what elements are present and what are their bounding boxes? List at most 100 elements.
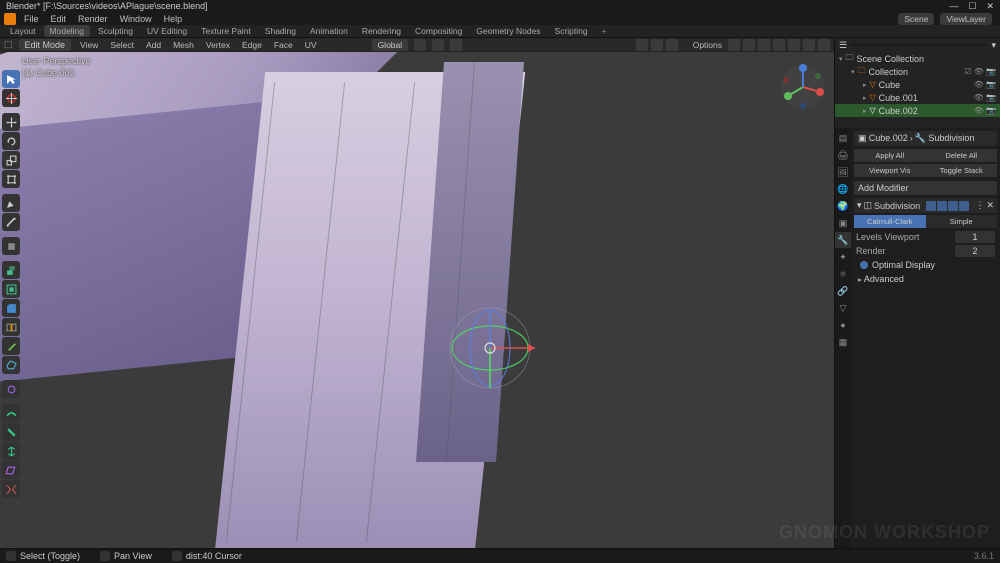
viewlayer-dropdown[interactable]: ViewLayer — [940, 13, 992, 25]
vp-menu-view[interactable]: View — [77, 40, 101, 50]
vp-menu-select[interactable]: Select — [107, 40, 137, 50]
mesh-select-vertex[interactable] — [636, 39, 648, 51]
tool-spin[interactable] — [2, 380, 20, 398]
tool-transform[interactable] — [2, 170, 20, 188]
ptab-particles[interactable]: ✦ — [835, 249, 851, 265]
vp-menu-face[interactable]: Face — [271, 40, 296, 50]
tab-geometry-nodes[interactable]: Geometry Nodes — [470, 25, 546, 37]
editor-type-icon[interactable]: ⬚ — [4, 39, 13, 50]
mesh-select-face[interactable] — [666, 39, 678, 51]
vp-menu-mesh[interactable]: Mesh — [170, 40, 197, 50]
tab-rendering[interactable]: Rendering — [356, 25, 407, 37]
minimize-button[interactable]: — — [949, 1, 958, 12]
add-modifier-dropdown[interactable]: Add Modifier — [854, 181, 997, 195]
proportional-edit-toggle[interactable] — [450, 39, 462, 51]
viewport-3d[interactable]: ⬚ Edit Mode View Select Add Mesh Vertex … — [0, 38, 834, 548]
tab-texture-paint[interactable]: Texture Paint — [195, 25, 257, 37]
scene-dropdown[interactable]: Scene — [898, 13, 934, 25]
ptab-world[interactable]: 🌍 — [835, 198, 851, 214]
menu-help[interactable]: Help — [160, 14, 187, 24]
mesh-select-edge[interactable] — [651, 39, 663, 51]
tab-layout[interactable]: Layout — [4, 25, 42, 37]
orbit-gizmo[interactable] — [778, 62, 828, 112]
menu-edit[interactable]: Edit — [47, 14, 71, 24]
blender-logo-icon[interactable] — [4, 13, 16, 25]
perspective-toggle[interactable] — [812, 172, 828, 188]
viewport-vis-button[interactable]: Viewport Vis — [854, 164, 926, 177]
shading-rendered[interactable] — [818, 39, 830, 51]
mod-edit-mode-icon[interactable] — [937, 201, 947, 211]
mod-render-icon[interactable] — [959, 201, 969, 211]
ptab-render[interactable]: ▤ — [835, 130, 851, 146]
modifier-close-icon[interactable]: ✕ — [986, 200, 994, 211]
outliner-item-cube001[interactable]: ▸▽ Cube.001 👁 📷 — [835, 91, 1000, 104]
camera-view-button[interactable] — [812, 154, 828, 170]
menu-window[interactable]: Window — [116, 14, 156, 24]
ptab-scene[interactable]: 🌐 — [835, 181, 851, 197]
subdivision-simple-tab[interactable]: Simple — [926, 215, 998, 228]
outliner-filter-icon[interactable]: ▾ — [991, 40, 996, 51]
mod-realtime-icon[interactable] — [948, 201, 958, 211]
gizmo-toggle[interactable] — [728, 39, 740, 51]
transform-gizmo[interactable] — [440, 298, 540, 398]
outliner-search[interactable] — [851, 44, 987, 46]
mode-dropdown[interactable]: Edit Mode — [19, 39, 72, 51]
ptab-output[interactable]: 🖨 — [835, 147, 851, 163]
overlay-toggle[interactable] — [743, 39, 755, 51]
tab-uv-editing[interactable]: UV Editing — [141, 25, 193, 37]
breadcrumb[interactable]: ▣ Cube.002 › 🔧 Subdivision — [854, 131, 997, 146]
mod-on-cage-icon[interactable] — [926, 201, 936, 211]
ptab-constraints[interactable]: 🔗 — [835, 283, 851, 299]
tab-animation[interactable]: Animation — [304, 25, 354, 37]
apply-all-button[interactable]: Apply All — [854, 149, 926, 162]
ptab-texture[interactable]: ▦ — [835, 334, 851, 350]
tool-annotate[interactable] — [2, 194, 20, 212]
tool-cursor[interactable] — [2, 89, 20, 107]
tool-scale[interactable] — [2, 151, 20, 169]
shading-matprev[interactable] — [803, 39, 815, 51]
modifier-menu-icon[interactable]: ⋮ — [975, 200, 984, 211]
vp-menu-edge[interactable]: Edge — [239, 40, 265, 50]
ptab-physics[interactable]: ⚛ — [835, 266, 851, 282]
ptab-mesh[interactable]: ▽ — [835, 300, 851, 316]
ptab-material[interactable]: ● — [835, 317, 851, 333]
maximize-button[interactable]: ☐ — [968, 1, 976, 12]
levels-viewport-input[interactable]: 1 — [955, 231, 995, 243]
advanced-panel[interactable]: ▸ Advanced — [854, 272, 997, 286]
shading-solid[interactable] — [788, 39, 800, 51]
vp-menu-vertex[interactable]: Vertex — [203, 40, 233, 50]
toggle-stack-button[interactable]: Toggle Stack — [926, 164, 998, 177]
tool-shear[interactable] — [2, 461, 20, 479]
pan-button[interactable] — [812, 136, 828, 152]
outliner-item-cube[interactable]: ▸▽ Cube 👁 📷 — [835, 78, 1000, 91]
tab-sculpting[interactable]: Sculpting — [92, 25, 139, 37]
modifier-header[interactable]: ▾ ◫ Subdivision ⋮ ✕ — [854, 198, 997, 213]
tool-rotate[interactable] — [2, 132, 20, 150]
tab-scripting[interactable]: Scripting — [549, 25, 594, 37]
shading-wireframe[interactable] — [773, 39, 785, 51]
tool-polybuild[interactable] — [2, 356, 20, 374]
add-workspace-button[interactable]: + — [596, 25, 613, 37]
options-dropdown[interactable]: Options — [690, 40, 725, 50]
delete-all-button[interactable]: Delete All — [926, 149, 998, 162]
vp-menu-uv[interactable]: UV — [302, 40, 320, 50]
ptab-object[interactable]: ▣ — [835, 215, 851, 231]
pivot-button[interactable] — [414, 39, 426, 51]
tool-measure[interactable] — [2, 213, 20, 231]
subdivision-catmull-tab[interactable]: Catmull-Clark — [854, 215, 926, 228]
levels-render-input[interactable]: 2 — [955, 245, 995, 257]
menu-render[interactable]: Render — [74, 14, 112, 24]
vp-menu-add[interactable]: Add — [143, 40, 164, 50]
tab-modeling[interactable]: Modeling — [44, 25, 91, 37]
snap-toggle[interactable] — [432, 39, 444, 51]
optimal-display-checkbox[interactable]: Optimal Display — [854, 258, 997, 272]
tool-smooth[interactable] — [2, 404, 20, 422]
tool-add-cube[interactable] — [2, 237, 20, 255]
tab-compositing[interactable]: Compositing — [409, 25, 468, 37]
close-button[interactable]: ✕ — [986, 1, 994, 12]
outliner-mode-icon[interactable]: ☰ — [839, 40, 847, 51]
orientation-dropdown[interactable]: Global — [372, 39, 409, 51]
tool-bevel[interactable] — [2, 299, 20, 317]
xray-toggle[interactable] — [758, 39, 770, 51]
tab-shading[interactable]: Shading — [259, 25, 302, 37]
